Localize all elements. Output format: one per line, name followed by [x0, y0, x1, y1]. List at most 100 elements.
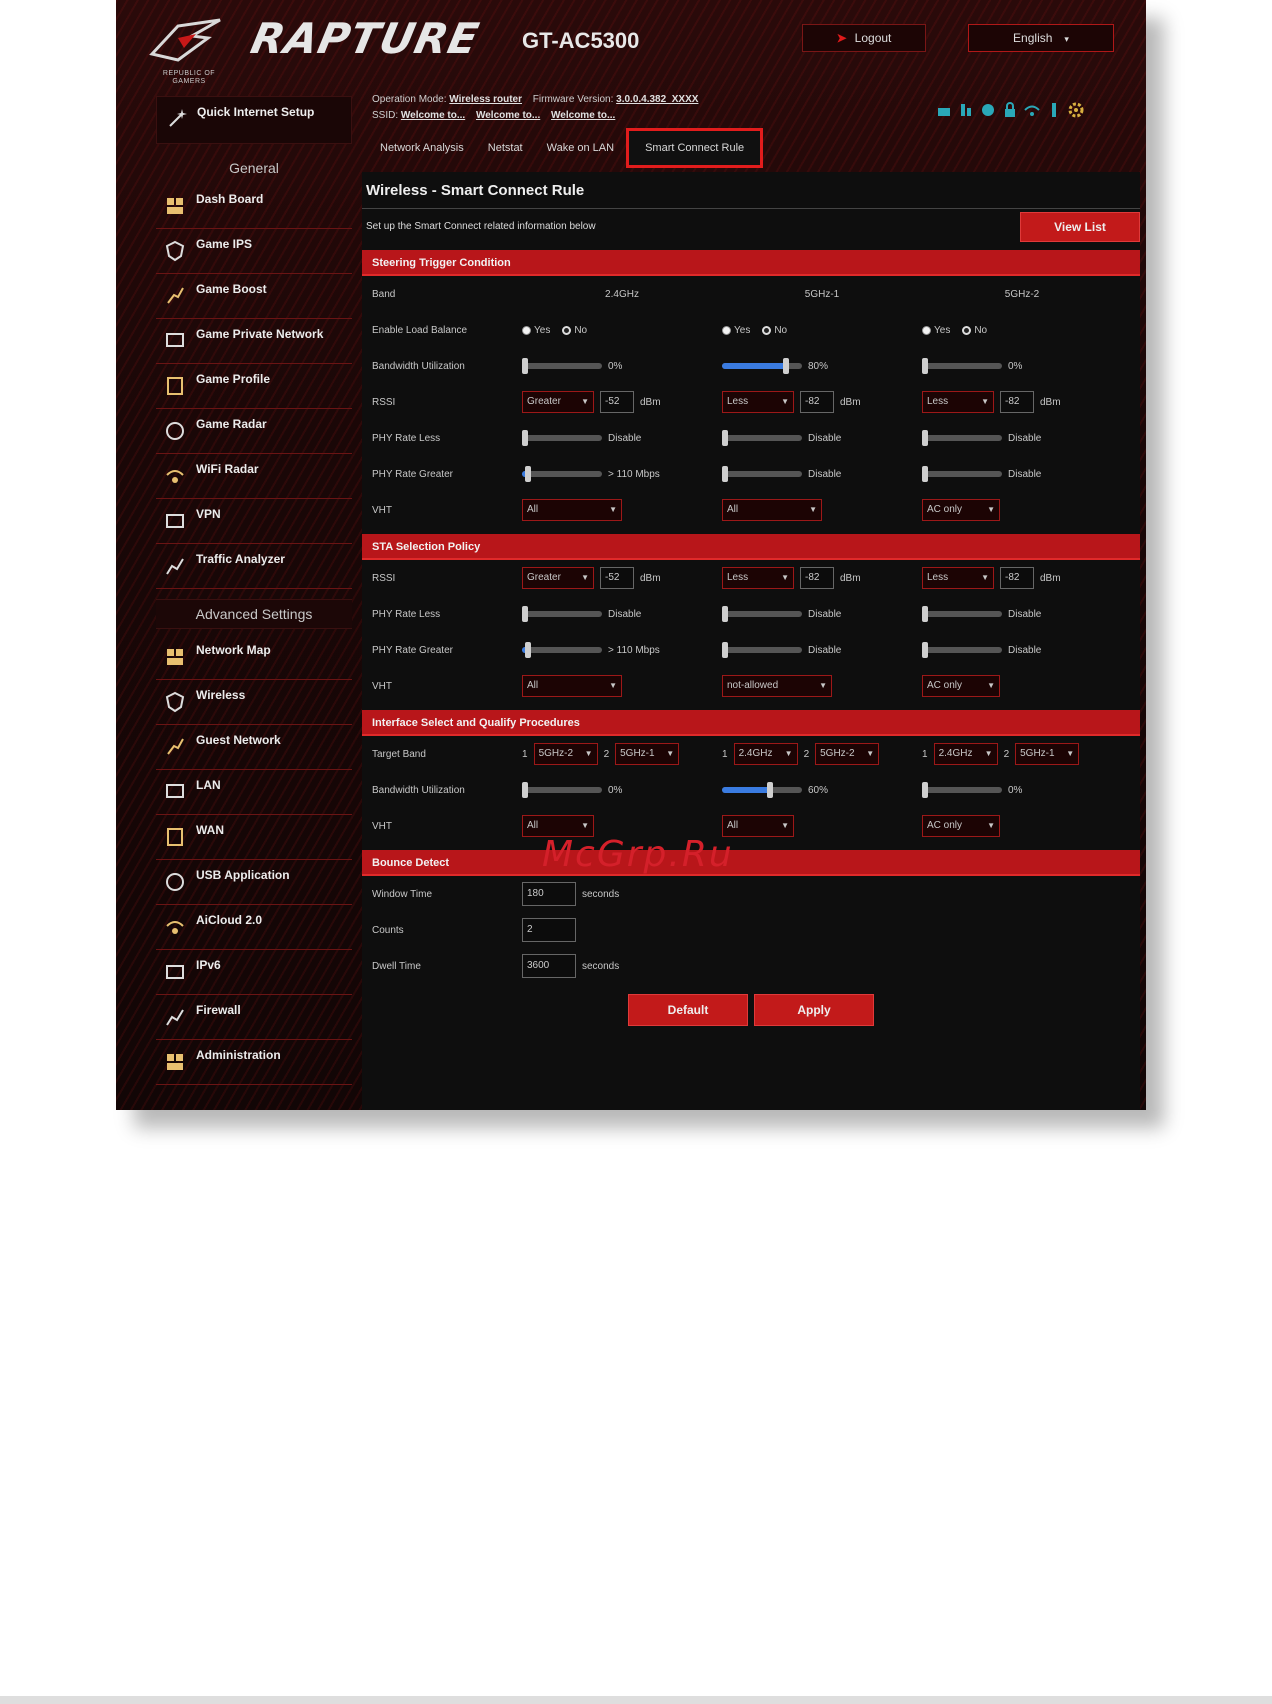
operation-mode-link[interactable]: Wireless router: [449, 94, 522, 105]
phy-rate-greater-slider[interactable]: [722, 466, 802, 482]
sidebar-item-game-ips[interactable]: Game IPS: [156, 229, 352, 274]
load-balance-yes-radio[interactable]: Yes: [722, 325, 750, 336]
phy-rate-less-slider[interactable]: [722, 430, 802, 446]
window-time-input[interactable]: 180: [522, 882, 576, 906]
load-balance-no-radio[interactable]: No: [762, 325, 787, 336]
rssi-operator-select[interactable]: Less ▼: [722, 391, 794, 413]
sidebar-item-usb-application[interactable]: USB Application: [156, 860, 352, 905]
vht-select[interactable]: AC only ▼: [922, 499, 1000, 521]
sidebar-item-label: WiFi Radar: [196, 462, 259, 476]
load-balance-yes-radio[interactable]: Yes: [922, 325, 950, 336]
rssi-input[interactable]: -52: [600, 567, 634, 589]
sidebar-item-lan[interactable]: LAN: [156, 770, 352, 815]
phy-rate-less-slider[interactable]: [522, 606, 602, 622]
rssi-operator-select[interactable]: Less ▼: [922, 391, 994, 413]
counts-label: Counts: [372, 924, 404, 936]
rssi-input[interactable]: -82: [1000, 567, 1034, 589]
phy-rate-greater-slider[interactable]: [522, 466, 602, 482]
globe-icon[interactable]: [980, 102, 996, 118]
bandwidth-slider[interactable]: [922, 782, 1002, 798]
bandwidth-slider[interactable]: [522, 358, 602, 374]
rssi-operator-select[interactable]: Greater ▼: [522, 567, 594, 589]
target-band-select[interactable]: 5GHz-2 ▼: [533, 743, 598, 765]
firmware-link[interactable]: 3.0.0.4.382_XXXX: [616, 94, 698, 105]
sidebar-item-game-radar[interactable]: Game Radar: [156, 409, 352, 454]
network-status-icon[interactable]: [936, 102, 952, 118]
phy-rate-less-slider[interactable]: [522, 430, 602, 446]
sidebar-item-game-profile[interactable]: Game Profile: [156, 364, 352, 409]
tab-smart-connect-rule[interactable]: Smart Connect Rule: [626, 128, 764, 168]
rssi-input[interactable]: -82: [800, 567, 834, 589]
phy-rate-greater-slider[interactable]: [722, 642, 802, 658]
gear-icon[interactable]: [1068, 102, 1084, 118]
sidebar-item-wireless[interactable]: Wireless: [156, 680, 352, 725]
target-band-select[interactable]: 5GHz-2 ▼: [815, 743, 880, 765]
vht-select[interactable]: AC only ▼: [922, 675, 1000, 697]
vht-select[interactable]: AC only ▼: [922, 815, 1000, 837]
vht-select[interactable]: All ▼: [722, 499, 822, 521]
sidebar-item-vpn[interactable]: VPN: [156, 499, 352, 544]
ssid-link-1[interactable]: Welcome to...: [401, 110, 465, 121]
usb-icon[interactable]: [1046, 102, 1062, 118]
sidebar-item-guest-network[interactable]: Guest Network: [156, 725, 352, 770]
sidebar-item-ipv6[interactable]: IPv6: [156, 950, 352, 995]
phy-rate-less-slider[interactable]: [922, 430, 1002, 446]
rssi-input[interactable]: -82: [1000, 391, 1034, 413]
vht-select[interactable]: All ▼: [522, 499, 622, 521]
ssid-link-2[interactable]: Welcome to...: [476, 110, 540, 121]
sidebar-item-wifi-radar[interactable]: WiFi Radar: [156, 454, 352, 499]
sidebar-item-traffic-analyzer[interactable]: Traffic Analyzer: [156, 544, 352, 589]
rssi-input[interactable]: -82: [800, 391, 834, 413]
tab-network-analysis[interactable]: Network Analysis: [368, 128, 476, 168]
bandwidth-label: Bandwidth Utilization: [372, 784, 465, 796]
rssi-input[interactable]: -52: [600, 391, 634, 413]
phy-rate-less-slider[interactable]: [722, 606, 802, 622]
target-band-select[interactable]: 2.4GHz ▼: [733, 743, 798, 765]
tab-netstat[interactable]: Netstat: [476, 128, 535, 168]
sidebar-item-game-boost[interactable]: Game Boost: [156, 274, 352, 319]
logout-button[interactable]: ➤ Logout: [802, 24, 926, 52]
rocket-icon: [164, 285, 186, 310]
tab-wake-on-lan[interactable]: Wake on LAN: [535, 128, 626, 168]
phy-rate-greater-slider[interactable]: [922, 466, 1002, 482]
signal-icon[interactable]: [958, 102, 974, 118]
vht-select[interactable]: not-allowed ▼: [722, 675, 832, 697]
wifi-icon[interactable]: [1024, 102, 1040, 118]
phy-rate-greater-slider[interactable]: [522, 642, 602, 658]
wifi-radar-icon: [164, 465, 186, 490]
sidebar-item-aicloud-2-0[interactable]: AiCloud 2.0: [156, 905, 352, 950]
load-balance-no-radio[interactable]: No: [562, 325, 587, 336]
rssi-operator-select[interactable]: Greater ▼: [522, 391, 594, 413]
bandwidth-slider[interactable]: [922, 358, 1002, 374]
phy-rate-greater-slider[interactable]: [922, 642, 1002, 658]
apply-button[interactable]: Apply: [754, 994, 874, 1026]
target-band-select[interactable]: 2.4GHz ▼: [933, 743, 998, 765]
sidebar-item-firewall[interactable]: Firewall: [156, 995, 352, 1040]
dwell-time-input[interactable]: 3600: [522, 954, 576, 978]
lock-icon[interactable]: [1002, 102, 1018, 118]
sidebar-item-administration[interactable]: Administration: [156, 1040, 352, 1085]
load-balance-yes-radio[interactable]: Yes: [522, 325, 550, 336]
rssi-operator-select[interactable]: Less ▼: [922, 567, 994, 589]
target-band-select[interactable]: 5GHz-1 ▼: [1015, 743, 1080, 765]
counts-input[interactable]: 2: [522, 918, 576, 942]
phy-rate-less-slider[interactable]: [922, 606, 1002, 622]
sidebar-item-game-private-network[interactable]: Game Private Network: [156, 319, 352, 364]
sidebar-item-network-map[interactable]: Network Map: [156, 635, 352, 680]
rssi-operator-select[interactable]: Less ▼: [722, 567, 794, 589]
sidebar-item-dash-board[interactable]: Dash Board: [156, 184, 352, 229]
sidebar-item-wan[interactable]: WAN: [156, 815, 352, 860]
bandwidth-slider[interactable]: [722, 358, 802, 374]
ssid-link-3[interactable]: Welcome to...: [551, 110, 615, 121]
vht-select[interactable]: All ▼: [522, 675, 622, 697]
bandwidth-slider[interactable]: [522, 782, 602, 798]
language-select[interactable]: English ▾: [968, 24, 1114, 52]
sidebar-item-label: AiCloud 2.0: [196, 913, 263, 927]
load-balance-no-radio[interactable]: No: [962, 325, 987, 336]
target-band-select[interactable]: 5GHz-1 ▼: [615, 743, 680, 765]
view-list-button[interactable]: View List: [1020, 211, 1140, 242]
quick-internet-setup-button[interactable]: Quick Internet Setup: [156, 96, 352, 144]
bandwidth-slider[interactable]: [722, 782, 802, 798]
rog-logo[interactable]: REPUBLIC OF GAMERS: [148, 14, 230, 85]
default-button[interactable]: Default: [628, 994, 748, 1026]
